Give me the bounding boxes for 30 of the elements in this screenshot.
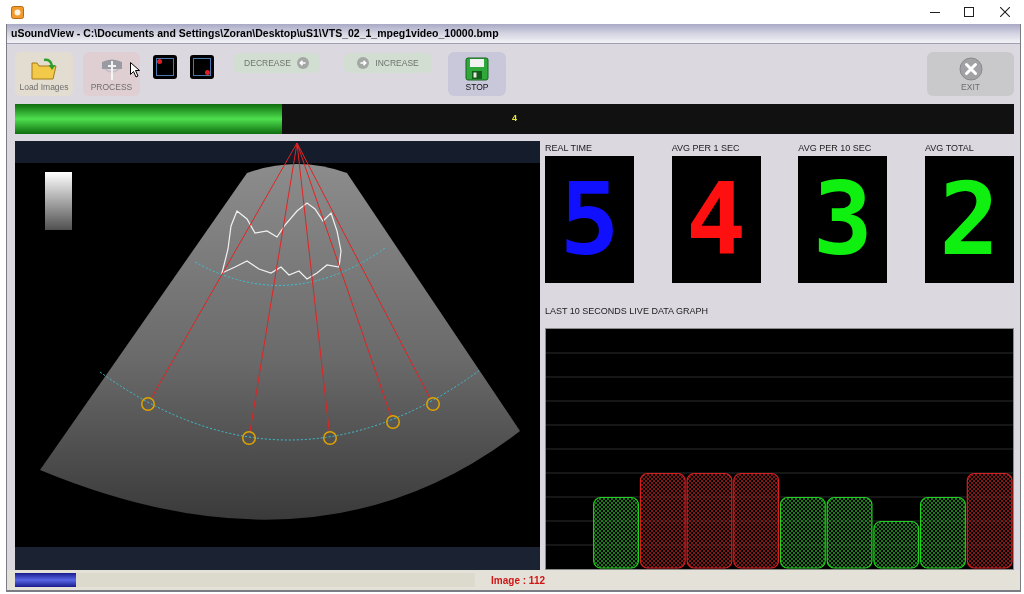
grayscale-bar bbox=[45, 172, 72, 230]
left-arrow-icon bbox=[296, 57, 309, 69]
digit-value: 2 bbox=[939, 169, 1000, 270]
digit-value: 5 bbox=[559, 169, 620, 270]
marker-ring-icon bbox=[426, 397, 440, 411]
folder-icon bbox=[31, 57, 57, 81]
marker-ring-icon bbox=[141, 397, 155, 411]
progress-label: 4 bbox=[512, 112, 517, 126]
graph-title: LAST 10 SECONDS LIVE DATA GRAPH bbox=[545, 305, 710, 317]
meter-title: AVG PER 1 SEC bbox=[671, 142, 741, 155]
right-arrow-icon bbox=[357, 57, 370, 69]
close-icon bbox=[1000, 7, 1010, 17]
stop-button[interactable]: STOP bbox=[448, 52, 506, 96]
maximize-icon bbox=[964, 7, 974, 17]
marker-ring-icon bbox=[323, 431, 337, 445]
mouse-pointer-icon bbox=[130, 62, 140, 78]
marker-ring-icon bbox=[386, 415, 400, 429]
window-title: uSoundView - C:\Documents and Settings\Zoran\Desktop\uS1\VTS_02_1_mpeg1video_10000.bmp bbox=[11, 25, 499, 41]
marker-ring-icon bbox=[242, 431, 256, 445]
meter-title: REAL TIME bbox=[545, 142, 593, 155]
corner-toggle-button[interactable] bbox=[190, 55, 214, 79]
app-icon bbox=[11, 5, 24, 19]
meter-title: AVG PER 10 SEC bbox=[798, 142, 873, 155]
meter-title: AVG TOTAL bbox=[924, 142, 975, 155]
image-counter: Image : 112 bbox=[491, 573, 545, 588]
close-circle-icon bbox=[958, 57, 983, 81]
corner-toggle-button[interactable] bbox=[153, 55, 177, 79]
minimize-icon bbox=[930, 11, 940, 13]
digit-value: 3 bbox=[812, 169, 873, 270]
digit-value: 4 bbox=[686, 169, 747, 270]
